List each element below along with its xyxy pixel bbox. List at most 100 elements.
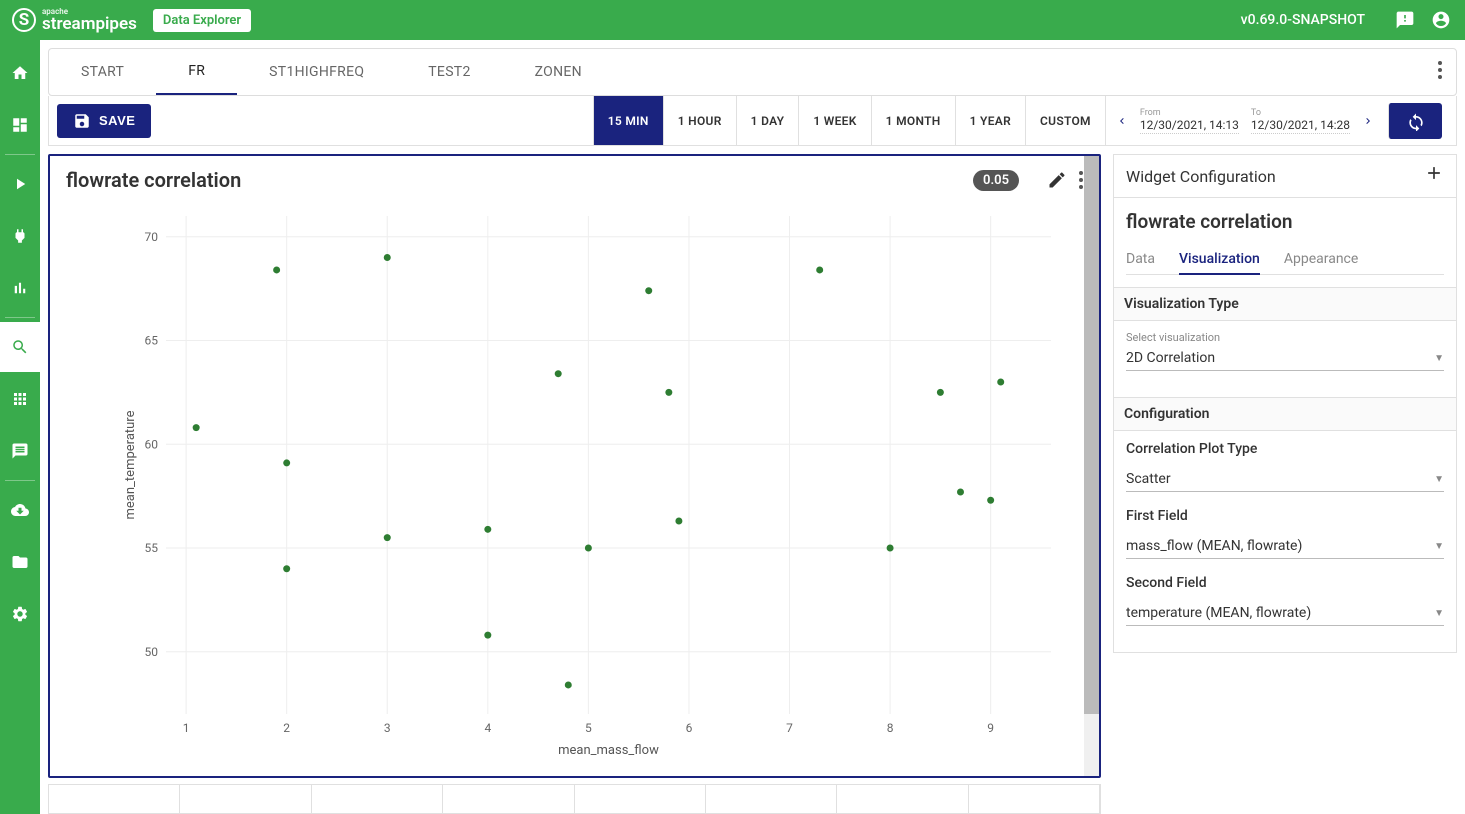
first-field-label: First Field	[1126, 508, 1444, 524]
chart-more-icon[interactable]	[1079, 171, 1083, 189]
chart-edit-icon[interactable]	[1047, 170, 1067, 190]
svg-text:65: 65	[145, 334, 159, 348]
config-header-title: Widget Configuration	[1126, 167, 1276, 186]
svg-text:55: 55	[145, 541, 159, 555]
chevron-down-icon: ▼	[1434, 353, 1444, 364]
preset-1day[interactable]: 1 DAY	[736, 96, 799, 145]
time-from-label: From	[1140, 108, 1239, 118]
first-field-value: mass_flow (MEAN, flowrate)	[1126, 538, 1302, 554]
tab-test2[interactable]: TEST2	[396, 49, 502, 95]
time-prev-icon[interactable]	[1112, 113, 1132, 129]
sidebar-connect[interactable]	[0, 211, 40, 261]
tab-zonen[interactable]: ZONEN	[503, 49, 614, 95]
time-from-field[interactable]: From 12/30/2021, 14:13	[1136, 108, 1243, 134]
second-field-value: temperature (MEAN, flowrate)	[1126, 605, 1311, 621]
vis-type-select[interactable]: 2D Correlation ▼	[1126, 346, 1444, 371]
plot-type-label: Correlation Plot Type	[1126, 441, 1444, 457]
time-presets: 15 MIN 1 HOUR 1 DAY 1 WEEK 1 MONTH 1 YEA…	[593, 96, 1105, 145]
preset-1month[interactable]: 1 MONTH	[871, 96, 955, 145]
plot-type-select[interactable]: Scatter ▼	[1126, 467, 1444, 492]
time-next-icon[interactable]	[1358, 113, 1378, 129]
svg-text:7: 7	[786, 721, 793, 735]
time-to-value: 12/30/2021, 14:28	[1251, 118, 1350, 134]
config-tab-visualization[interactable]: Visualization	[1179, 245, 1260, 275]
preset-1year[interactable]: 1 YEAR	[955, 96, 1025, 145]
tabs-more-icon[interactable]	[1424, 61, 1456, 83]
vis-type-value: 2D Correlation	[1126, 350, 1215, 366]
sidebar-play[interactable]	[0, 159, 40, 209]
preset-custom[interactable]: CUSTOM	[1025, 96, 1105, 145]
svg-text:1: 1	[183, 721, 190, 735]
app-logo: S apache streampipes	[12, 8, 137, 33]
plot-type-value: Scatter	[1126, 471, 1171, 487]
tab-fr[interactable]: FR	[156, 49, 237, 95]
vis-type-section-header: Visualization Type	[1114, 288, 1456, 321]
config-widget-title: flowrate correlation	[1126, 210, 1444, 233]
brand-name: streampipes	[42, 16, 137, 33]
add-widget-icon[interactable]	[1424, 163, 1444, 189]
sidebar-bar-chart[interactable]	[0, 263, 40, 313]
sidebar-dashboard[interactable]	[0, 100, 40, 150]
account-icon[interactable]	[1429, 8, 1453, 32]
second-field-label: Second Field	[1126, 575, 1444, 591]
svg-text:60: 60	[145, 437, 159, 451]
second-field-select[interactable]: temperature (MEAN, flowrate) ▼	[1126, 601, 1444, 626]
svg-text:9: 9	[987, 721, 994, 735]
svg-text:2: 2	[283, 721, 290, 735]
svg-text:50: 50	[145, 645, 159, 659]
config-tabs: Data Visualization Appearance	[1126, 245, 1444, 275]
svg-text:5: 5	[585, 721, 592, 735]
config-tab-data[interactable]: Data	[1126, 245, 1155, 274]
save-button[interactable]: SAVE	[57, 104, 151, 138]
time-to-label: To	[1251, 108, 1350, 118]
brand-suffix: apache	[42, 8, 137, 16]
config-panel: Widget Configuration flowrate correlatio…	[1113, 154, 1457, 814]
refresh-button[interactable]	[1388, 103, 1442, 139]
module-badge: Data Explorer	[153, 9, 251, 32]
svg-text:3: 3	[384, 721, 391, 735]
svg-text:8: 8	[887, 721, 894, 735]
svg-text:mean_mass_flow: mean_mass_flow	[558, 743, 659, 758]
svg-text:mean_temperature: mean_temperature	[123, 410, 138, 519]
chevron-down-icon: ▼	[1434, 608, 1444, 619]
chart-correlation-badge: 0.05	[973, 170, 1019, 191]
app-header: S apache streampipes Data Explorer v0.69…	[0, 0, 1465, 40]
config-tab-appearance[interactable]: Appearance	[1284, 245, 1358, 274]
preset-1week[interactable]: 1 WEEK	[798, 96, 870, 145]
configuration-section-header: Configuration	[1114, 398, 1456, 431]
tab-start[interactable]: START	[49, 49, 156, 95]
sidebar-apps[interactable]	[0, 374, 40, 424]
time-range: From 12/30/2021, 14:13 To 12/30/2021, 14…	[1105, 96, 1448, 145]
time-to-field[interactable]: To 12/30/2021, 14:28	[1247, 108, 1354, 134]
svg-text:6: 6	[686, 721, 693, 735]
toolbar: SAVE 15 MIN 1 HOUR 1 DAY 1 WEEK 1 MONTH …	[48, 96, 1457, 146]
vis-type-label: Select visualization	[1126, 331, 1444, 344]
sidebar-search[interactable]	[0, 322, 40, 372]
chart-widget: flowrate correlation 0.05 1 2 3 4 5 6 7 8 9 50 55 6…	[48, 154, 1101, 778]
logo-icon: S	[12, 8, 36, 32]
svg-text:70: 70	[145, 230, 159, 244]
tab-st1highfreq[interactable]: ST1HIGHFREQ	[237, 49, 396, 95]
bottom-strip	[48, 784, 1101, 814]
sidebar-settings[interactable]	[0, 589, 40, 639]
sidebar-home[interactable]	[0, 48, 40, 98]
sidebar-folder[interactable]	[0, 537, 40, 587]
first-field-select[interactable]: mass_flow (MEAN, flowrate) ▼	[1126, 534, 1444, 559]
version-label: v0.69.0-SNAPSHOT	[1241, 12, 1365, 28]
feedback-icon[interactable]	[1393, 8, 1417, 32]
main-content: START FR ST1HIGHFREQ TEST2 ZONEN SAVE 15…	[40, 40, 1465, 814]
scatter-chart: 1 2 3 4 5 6 7 8 9 50 55 60 65 70 mean_mass_flow mean_te…	[122, 204, 1071, 760]
chart-header: flowrate correlation 0.05	[50, 156, 1099, 204]
chevron-down-icon: ▼	[1434, 474, 1444, 485]
save-label: SAVE	[99, 113, 135, 128]
time-from-value: 12/30/2021, 14:13	[1140, 118, 1239, 134]
svg-text:4: 4	[484, 721, 491, 735]
sidebar-chat[interactable]	[0, 426, 40, 476]
config-header: Widget Configuration	[1113, 154, 1457, 198]
chevron-down-icon: ▼	[1434, 541, 1444, 552]
preset-1hour[interactable]: 1 HOUR	[663, 96, 736, 145]
chart-title: flowrate correlation	[66, 168, 241, 192]
preset-15min[interactable]: 15 MIN	[593, 96, 663, 145]
view-tabs: START FR ST1HIGHFREQ TEST2 ZONEN	[48, 48, 1457, 96]
sidebar-cloud-download[interactable]	[0, 485, 40, 535]
